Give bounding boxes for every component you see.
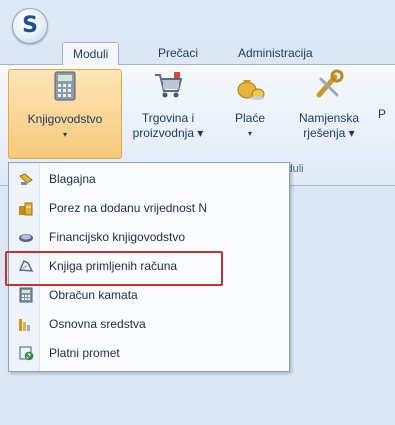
ribbon-label: P: [378, 107, 387, 121]
ribbon-button-place[interactable]: Plaće ▾: [222, 69, 278, 157]
ribbon-label-2: rješenja ▾: [303, 126, 355, 140]
chevron-down-icon: ▾: [62, 130, 67, 139]
shopping-cart-icon: [155, 72, 183, 98]
dropdown-menu: Blagajna Porez na dodanu vrijednost N Fi…: [8, 162, 290, 372]
menu-item-label: Blagajna: [49, 172, 96, 186]
tools-icon: [316, 69, 344, 98]
tab-precaci[interactable]: Prečaci: [148, 42, 208, 64]
menu-item-platni-promet[interactable]: Platni promet: [9, 339, 289, 368]
calculator-icon: [54, 71, 76, 101]
payment-icon: [19, 346, 34, 361]
menu-item-knjiga-primljenih-racuna[interactable]: Knjiga primljenih računa: [9, 252, 289, 281]
menu-item-label: Knjiga primljenih računa: [49, 259, 178, 273]
ribbon-button-clipped[interactable]: P: [378, 69, 395, 157]
coins-icon: [19, 202, 33, 216]
ribbon-label: Trgovina i: [141, 111, 195, 125]
invoice-book-icon: [18, 260, 34, 272]
menu-item-label: Obračun kamata: [49, 288, 138, 302]
ribbon-label-2: proizvodnja ▾: [132, 126, 204, 140]
menu-item-label: Financijsko knjigovodstvo: [49, 230, 186, 244]
tab-administracija[interactable]: Administracija: [228, 42, 323, 64]
menu-item-osnovna-sredstva[interactable]: Osnovna sredstva: [9, 310, 289, 339]
ribbon-tabs: Moduli Prečaci Administracija: [0, 40, 395, 66]
chevron-down-icon: ▾: [247, 129, 252, 138]
menu-item-blagajna[interactable]: Blagajna: [9, 165, 289, 194]
ledger-icon: [19, 234, 33, 242]
money-bags-icon: [237, 80, 265, 100]
ribbon-label: Namjenska: [298, 111, 360, 125]
menu-item-label: Osnovna sredstva: [49, 317, 146, 331]
title-bar: [0, 0, 395, 40]
ribbon-button-trgovina[interactable]: Trgovina i proizvodnja ▾: [128, 69, 208, 157]
menu-item-pdv[interactable]: Porez na dodanu vrijednost N: [9, 194, 289, 223]
menu-item-label: Platni promet: [49, 346, 120, 360]
calculator-small-icon: [19, 287, 33, 303]
menu-item-obracun-kamata[interactable]: Obračun kamata: [9, 281, 289, 310]
application-button[interactable]: S: [12, 8, 48, 44]
ribbon-label: Plaće: [234, 111, 266, 125]
ribbon-label: Knjigovodstvo: [27, 112, 103, 126]
tab-moduli[interactable]: Moduli: [62, 42, 120, 66]
ribbon-button-knjigovodstvo[interactable]: Knjigovodstvo ▾: [8, 69, 122, 159]
menu-item-label: Porez na dodanu vrijednost N: [49, 201, 208, 215]
menu-item-financijsko[interactable]: Financijsko knjigovodstvo: [9, 223, 289, 252]
assets-icon: [19, 319, 30, 331]
app-logo-letter: S: [22, 13, 38, 38]
cash-register-icon: [19, 173, 33, 185]
ribbon-button-namjenska[interactable]: Namjenska rješenja ▾: [288, 69, 370, 157]
